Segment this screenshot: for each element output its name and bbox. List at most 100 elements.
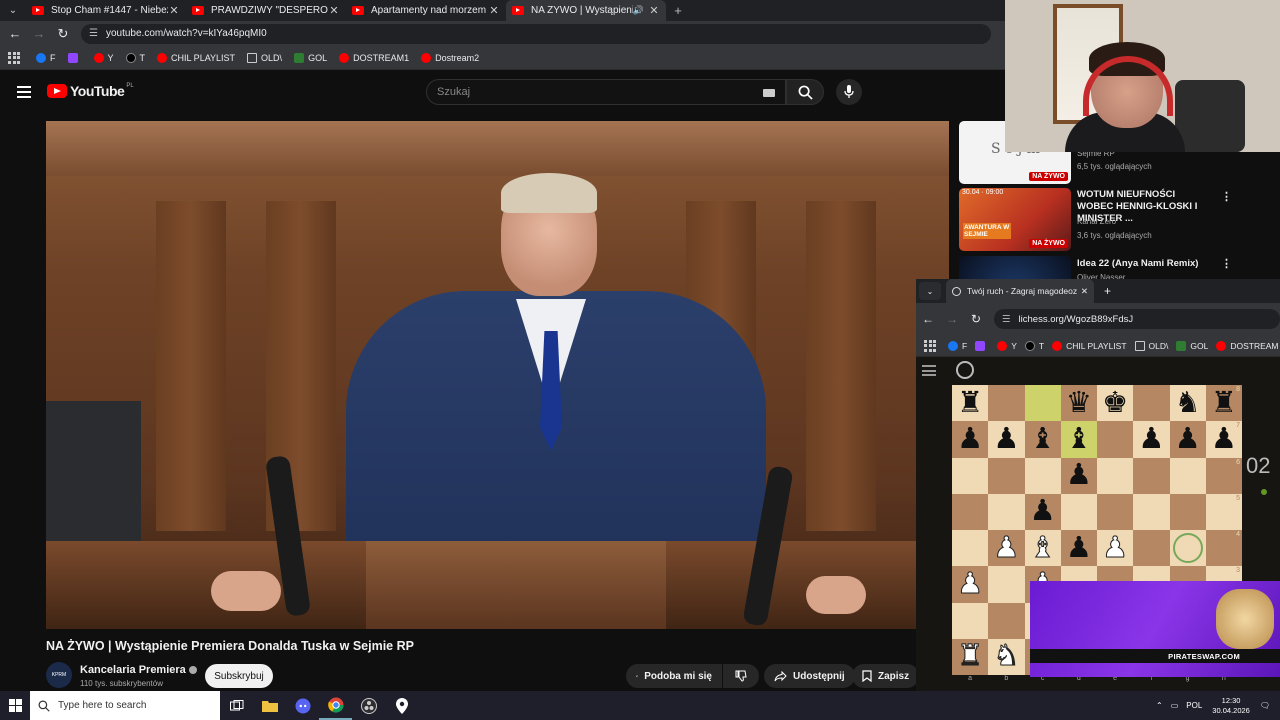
address-bar[interactable]: ☰ youtube.com/watch?v=kIYa46pqMI0 [81, 23, 991, 44]
board-square-g5[interactable] [1169, 493, 1206, 530]
board-square-b2[interactable] [988, 602, 1025, 639]
discord-icon[interactable] [286, 691, 319, 720]
save-button[interactable]: Zapisz [852, 664, 920, 688]
tab-2[interactable]: PRAWDZIWY "DESPERO" Z PIT ✕ [186, 0, 346, 21]
bookmark-chil-playlist[interactable]: CHIL PLAYLIST [157, 52, 235, 63]
board-square-a4[interactable] [952, 530, 989, 567]
board-square-g6[interactable] [1169, 457, 1206, 494]
lichess-logo-icon[interactable] [956, 361, 974, 379]
board-square-g7[interactable]: ♟ [1169, 421, 1206, 458]
keyboard-icon[interactable] [763, 89, 775, 97]
board-square-b5[interactable] [988, 493, 1025, 530]
close-icon[interactable]: ✕ [168, 4, 180, 17]
close-icon[interactable]: ✕ [1081, 286, 1088, 297]
board-square-d8[interactable]: ♛ [1060, 385, 1097, 422]
board-square-a1[interactable]: ♜ [952, 638, 989, 675]
apps-icon[interactable] [8, 51, 20, 64]
bookmark-facebook[interactable]: F [36, 52, 56, 63]
apps-icon[interactable] [924, 339, 936, 352]
black-pawn-piece[interactable]: ♟ [957, 424, 983, 454]
bookmark-folder-old[interactable]: OLD\ [247, 52, 282, 63]
board-square-b6[interactable] [988, 457, 1025, 494]
site-info-icon[interactable]: ☰ [1002, 314, 1011, 325]
board-square-e8[interactable]: ♚ [1097, 385, 1134, 422]
board-square-a5[interactable] [952, 493, 989, 530]
board-square-f6[interactable] [1133, 457, 1170, 494]
bookmark-twitch[interactable] [67, 52, 82, 63]
clock[interactable]: 12:30 30.04.2026 [1212, 696, 1250, 716]
bookmark-youtube[interactable]: Y [997, 340, 1017, 351]
channel-avatar[interactable]: KPRM [46, 662, 72, 688]
black-pawn-piece[interactable]: ♟ [1066, 533, 1092, 563]
black-pawn-piece[interactable]: ♟ [993, 424, 1019, 454]
reload-icon[interactable]: ↻ [51, 26, 75, 42]
board-square-d6[interactable]: ♟ [1060, 457, 1097, 494]
white-rook-piece[interactable]: ♜ [957, 641, 984, 671]
dislike-button[interactable] [723, 664, 759, 688]
bookmark-chil-playlist[interactable]: CHIL PLAYLIST [1052, 340, 1127, 351]
search-input[interactable]: Szukaj [426, 79, 786, 105]
board-square-f8[interactable] [1133, 385, 1170, 422]
board-square-h4[interactable]: 4 [1205, 530, 1242, 567]
bookmark-dostream1[interactable]: DOSTREAM1 [339, 52, 409, 63]
voice-search-button[interactable] [836, 79, 862, 105]
address-bar[interactable]: ☰ lichess.org/WgozB89xFdsJ [994, 309, 1280, 329]
back-icon[interactable]: ← [3, 26, 27, 41]
board-square-c8[interactable] [1024, 385, 1061, 422]
black-rook-piece[interactable]: ♜ [957, 388, 983, 418]
share-button[interactable]: Udostępnij [764, 664, 855, 688]
obs-icon[interactable] [352, 691, 385, 720]
bookmark-dostream2[interactable]: Dostream2 [421, 52, 479, 63]
language-indicator[interactable]: POL [1186, 701, 1202, 710]
board-square-f5[interactable] [1133, 493, 1170, 530]
chrome-icon[interactable] [319, 691, 352, 720]
windows-start-button[interactable] [0, 691, 30, 720]
black-pawn-piece[interactable]: ♟ [1138, 424, 1164, 454]
maps-pin-icon[interactable] [385, 691, 418, 720]
close-icon[interactable]: ✕ [328, 4, 340, 17]
white-pawn-piece[interactable]: ♟ [957, 569, 984, 599]
bookmark-dostream[interactable]: DOSTREAM [1216, 340, 1279, 351]
tab-4-active[interactable]: NA ŻYWO | Wystąpienie Pr 🔊 ✕ [506, 0, 666, 21]
speaker-icon[interactable]: 🔊 [633, 5, 644, 16]
bookmark-youtube[interactable]: Y [93, 52, 114, 63]
board-square-a7[interactable]: ♟ [952, 421, 989, 458]
white-pawn-piece[interactable]: ♟ [993, 533, 1020, 563]
board-square-h6[interactable]: 6 [1205, 457, 1242, 494]
back-icon[interactable]: ← [916, 312, 940, 326]
tab-3[interactable]: Apartamenty nad morzem - ile ✕ [346, 0, 506, 21]
black-pawn-piece[interactable]: ♟ [1211, 424, 1237, 454]
video-title[interactable]: Idea 22 (Anya Nami Remix) [1077, 258, 1212, 270]
forward-icon[interactable]: → [27, 26, 51, 41]
board-square-f7[interactable]: ♟ [1133, 421, 1170, 458]
notification-icon[interactable]: 🗨 [1260, 701, 1270, 710]
board-square-g8[interactable]: ♞ [1169, 385, 1206, 422]
board-square-e7[interactable] [1097, 421, 1134, 458]
close-icon[interactable]: ✕ [488, 4, 500, 17]
black-king-piece[interactable]: ♚ [1102, 388, 1128, 418]
network-icon[interactable]: ▭ [1171, 701, 1179, 710]
board-square-a6[interactable] [952, 457, 989, 494]
board-square-b8[interactable] [988, 385, 1025, 422]
search-button[interactable] [786, 79, 824, 105]
bookmark-folder-old[interactable]: OLD\ [1134, 340, 1168, 351]
black-pawn-piece[interactable]: ♟ [1175, 424, 1201, 454]
board-square-a8[interactable]: ♜ [952, 385, 989, 422]
youtube-logo[interactable]: YouTube PL [47, 83, 134, 99]
move-target-marker[interactable] [1172, 533, 1203, 564]
board-square-d5[interactable] [1060, 493, 1097, 530]
white-knight-piece[interactable]: ♞ [993, 641, 1020, 671]
tab-search-button[interactable]: ⌄ [919, 282, 941, 300]
subscribe-button[interactable]: Subskrybuj [205, 664, 273, 688]
channel-name[interactable]: Kancelaria Premiera [80, 664, 197, 676]
new-tab-button[interactable]: + [666, 0, 690, 21]
lichess-tab[interactable]: Twój ruch - Zagraj magodeoz15 ✕ [946, 279, 1094, 303]
close-icon[interactable]: ✕ [648, 4, 660, 17]
board-square-b3[interactable] [988, 566, 1025, 603]
board-square-e6[interactable] [1097, 457, 1134, 494]
board-square-c7[interactable]: ♝ [1024, 421, 1061, 458]
board-square-g4[interactable] [1169, 530, 1206, 567]
bookmark-gol[interactable]: GOL [1176, 340, 1208, 351]
bookmark-twitch[interactable] [975, 340, 989, 351]
board-square-a2[interactable] [952, 602, 989, 639]
